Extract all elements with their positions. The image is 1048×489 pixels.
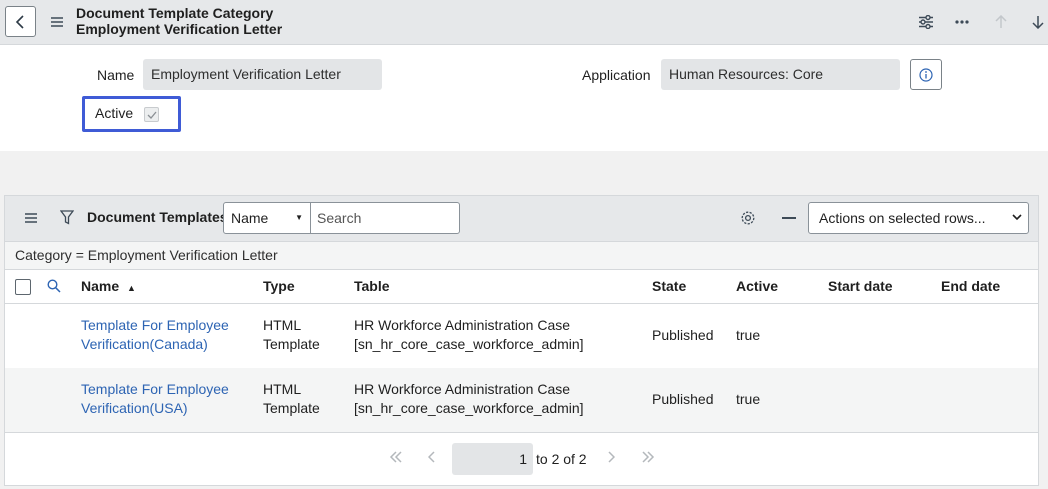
search-field-select[interactable]: Name ▼ [223, 202, 311, 234]
column-header-start-date[interactable]: Start date [828, 278, 893, 294]
down-arrow-icon[interactable] [1027, 11, 1048, 33]
column-header-type[interactable]: Type [263, 278, 295, 294]
caret-down-icon: ▼ [295, 213, 303, 222]
row-name-link[interactable]: Template For Employee Verification(USA) [81, 380, 229, 418]
record-form: Name Employment Verification Letter Appl… [0, 45, 1048, 151]
column-label-name: Name [81, 278, 120, 294]
gear-icon[interactable] [740, 210, 756, 229]
more-icon[interactable] [951, 11, 973, 33]
settings-sliders-icon[interactable] [915, 11, 937, 33]
row-name-line1: Template For Employee [81, 317, 229, 333]
page-title-record: Employment Verification Letter [76, 21, 283, 37]
list-title: Document Templates [87, 209, 228, 225]
row-active: true [736, 391, 761, 407]
name-field[interactable]: Employment Verification Letter [143, 59, 382, 90]
form-header: Document Template Category Employment Ve… [0, 0, 1048, 45]
search-field-value: Name [231, 210, 269, 226]
next-page-icon[interactable] [607, 451, 615, 463]
row-type: HTML Template [263, 380, 320, 418]
column-header-state[interactable]: State [652, 278, 686, 294]
filter-icon[interactable] [59, 210, 75, 228]
first-page-icon[interactable] [389, 451, 403, 463]
search-input[interactable] [310, 202, 460, 234]
document-templates-list: Document Templates Name ▼ Actions on sel… [4, 195, 1039, 486]
actions-select-value: Actions on selected rows... [819, 210, 986, 226]
back-icon [15, 14, 24, 29]
row-table-line2: [sn_hr_core_case_workforce_admin] [354, 336, 584, 352]
row-name-line2: Verification(USA) [81, 400, 188, 416]
menu-icon[interactable] [46, 11, 68, 33]
page-range-text: to 2 of 2 [536, 451, 587, 467]
row-table: HR Workforce Administration Case [sn_hr_… [354, 380, 584, 418]
list-menu-icon[interactable] [24, 211, 38, 227]
application-label: Application [582, 67, 651, 83]
checkmark-icon [147, 111, 156, 119]
select-all-checkbox[interactable] [15, 279, 31, 295]
application-field[interactable]: Human Resources: Core [661, 59, 900, 90]
column-header-name[interactable]: Name ▲ [81, 278, 136, 294]
table-header: Name ▲ Type Table State Active Start dat… [5, 270, 1038, 304]
row-table-line1: HR Workforce Administration Case [354, 317, 571, 333]
last-page-icon[interactable] [641, 451, 655, 463]
row-active: true [736, 327, 761, 343]
sort-ascending-icon: ▲ [127, 283, 136, 293]
row-name-link[interactable]: Template For Employee Verification(Canad… [81, 316, 229, 354]
row-type-line2: Template [263, 336, 320, 352]
info-button[interactable] [910, 59, 942, 90]
row-table-line1: HR Workforce Administration Case [354, 381, 571, 397]
up-arrow-icon[interactable] [990, 11, 1012, 33]
list-toolbar: Document Templates Name ▼ Actions on sel… [5, 196, 1038, 241]
column-header-table[interactable]: Table [354, 278, 390, 294]
table-row: Template For Employee Verification(Canad… [5, 304, 1038, 368]
row-table: HR Workforce Administration Case [sn_hr_… [354, 316, 584, 354]
row-type-line2: Template [263, 400, 320, 416]
search-icon[interactable] [47, 279, 61, 296]
pagination: 1 to 2 of 2 [5, 432, 1038, 485]
row-type: HTML Template [263, 316, 320, 354]
back-button[interactable] [5, 6, 36, 37]
page-number-input[interactable]: 1 [452, 443, 533, 475]
active-checkbox[interactable] [144, 107, 159, 122]
table-row: Template For Employee Verification(USA) … [5, 368, 1038, 432]
row-type-line1: HTML [263, 381, 302, 397]
column-header-active[interactable]: Active [736, 278, 778, 294]
name-label: Name [97, 67, 135, 83]
chevron-down-icon [1012, 203, 1022, 243]
minus-icon[interactable] [782, 217, 796, 219]
active-label: Active [95, 105, 134, 121]
row-name-line1: Template For Employee [81, 381, 229, 397]
row-type-line1: HTML [263, 317, 302, 333]
row-table-line2: [sn_hr_core_case_workforce_admin] [354, 400, 584, 416]
prev-page-icon[interactable] [428, 451, 436, 463]
row-name-line2: Verification(Canada) [81, 336, 208, 352]
column-header-end-date[interactable]: End date [941, 278, 1000, 294]
page-title-category: Document Template Category [76, 5, 274, 21]
info-icon [919, 67, 933, 82]
actions-select[interactable]: Actions on selected rows... [808, 202, 1029, 234]
filter-breadcrumb[interactable]: Category = Employment Verification Lette… [5, 241, 1038, 270]
row-state: Published [652, 327, 714, 343]
row-state: Published [652, 391, 714, 407]
